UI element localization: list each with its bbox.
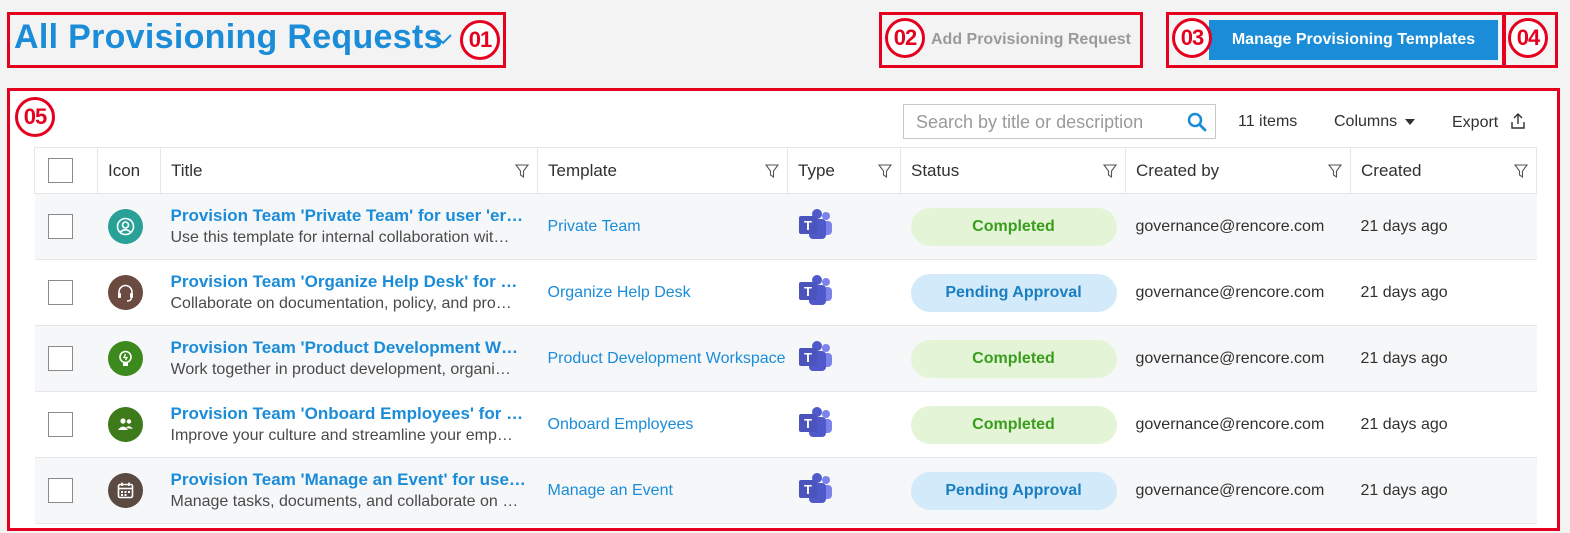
annotation-marker-01: 01 <box>460 20 500 60</box>
annotation-marker-02: 02 <box>885 18 925 58</box>
annotation-marker-05: 05 <box>15 97 55 137</box>
annotation-box-03 <box>1166 12 1505 68</box>
annotation-box-05 <box>7 88 1560 531</box>
annotation-marker-04: 04 <box>1508 18 1548 58</box>
annotation-marker-03: 03 <box>1172 18 1212 58</box>
annotation-box-01 <box>7 12 506 68</box>
